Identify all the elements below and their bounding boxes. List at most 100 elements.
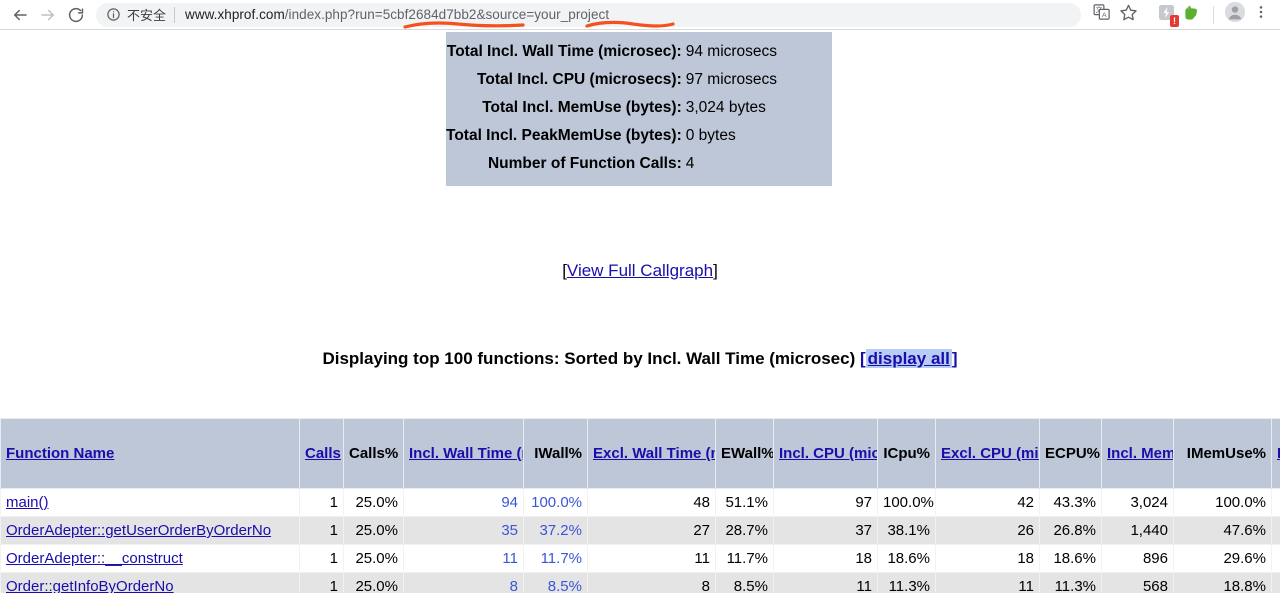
table-row[interactable]: Order::getInfoByOrderNo 1 25.0% 8 8.5% 8… [0, 572, 1280, 593]
cell-excl-cpu: 42 [935, 488, 1040, 517]
security-status-label: 不安全 [127, 8, 167, 23]
column-header-excl-cpu[interactable]: Excl. CPU (microsec) [935, 418, 1040, 489]
info-circle-icon[interactable] [106, 7, 121, 22]
summary-label: Total Incl. CPU (microsecs): [477, 71, 682, 88]
toolbar-divider [1213, 5, 1214, 24]
column-header-ewall-pct: EWall% [715, 418, 774, 489]
cell-calls-pct: 25.0% [343, 488, 404, 517]
cell-incl-cpu: 11 [773, 572, 878, 593]
cell-incl-cpu: 97 [773, 488, 878, 517]
column-header-iwall-pct: IWall% [523, 418, 588, 489]
cell-imemuse-pct: 100.0% [1173, 488, 1272, 517]
cell-calls-pct: 25.0% [343, 516, 404, 545]
cell-ecpu-pct: 11.3% [1039, 572, 1102, 593]
profile-summary-box: Total Incl. Wall Time (microsec): 94 mic… [446, 32, 832, 186]
table-header-row: Function Name Calls Calls% Incl. Wall Ti… [0, 418, 1280, 489]
cell-function-name[interactable]: main() [0, 488, 300, 517]
summary-row: Number of Function Calls: 4 [446, 150, 832, 178]
cell-function-name[interactable]: Order::getInfoByOrderNo [0, 572, 300, 593]
cell-ewall-pct: 8.5% [715, 572, 774, 593]
column-header-incl-memuse[interactable]: Incl. MemUse (bytes) [1101, 418, 1174, 489]
column-header-incl-wall[interactable]: Incl. Wall Time (microsec) [403, 418, 524, 489]
cell-ecpu-pct: 26.8% [1039, 516, 1102, 545]
browser-toolbar: 不安全 www.xhprof.com/index.php?run=5cbf268… [0, 0, 1280, 30]
cell-excl-memuse [1271, 572, 1280, 593]
cell-function-name[interactable]: OrderAdepter::getUserOrderByOrderNo [0, 516, 300, 545]
summary-label: Total Incl. MemUse (bytes): [482, 99, 682, 116]
callgraph-close-bracket: ] [713, 261, 718, 280]
callgraph-line: [View Full Callgraph] [0, 261, 1280, 281]
cell-incl-memuse: 568 [1101, 572, 1174, 593]
view-full-callgraph-link[interactable]: View Full Callgraph [567, 261, 713, 280]
cell-ecpu-pct: 43.3% [1039, 488, 1102, 517]
address-bar[interactable]: 不安全 www.xhprof.com/index.php?run=5cbf268… [96, 2, 1081, 27]
column-header-excl-wall[interactable]: Excl. Wall Time (microsec) [587, 418, 716, 489]
three-dot-menu-icon [1253, 4, 1269, 25]
cell-incl-memuse: 1,440 [1101, 516, 1174, 545]
cell-excl-memuse [1271, 516, 1280, 545]
functions-table-container: Function Name Calls Calls% Incl. Wall Ti… [0, 418, 1280, 593]
extension-alert-badge: ! [1170, 14, 1179, 27]
back-arrow-icon [11, 6, 29, 24]
bookmark-button[interactable] [1115, 2, 1141, 28]
cell-ecpu-pct: 18.6% [1039, 544, 1102, 573]
display-all-link[interactable]: display all [865, 349, 952, 368]
function-link[interactable]: Order::getInfoByOrderNo [6, 578, 174, 593]
cell-excl-wall: 8 [587, 572, 716, 593]
cell-function-name[interactable]: OrderAdepter::__construct [0, 544, 300, 573]
cell-excl-memuse [1271, 544, 1280, 573]
forward-button[interactable] [34, 1, 62, 29]
cell-excl-wall: 48 [587, 488, 716, 517]
cell-incl-wall: 8 [403, 572, 524, 593]
table-row[interactable]: main() 1 25.0% 94 100.0% 48 51.1% 97 100… [0, 488, 1280, 517]
column-header-function-name[interactable]: Function Name [0, 418, 300, 489]
displaying-line: Displaying top 100 functions: Sorted by … [0, 349, 1280, 369]
column-header-incl-cpu[interactable]: Incl. CPU (microsecs) [773, 418, 878, 489]
function-link[interactable]: OrderAdepter::getUserOrderByOrderNo [6, 522, 271, 539]
svg-text:A: A [1102, 12, 1107, 19]
column-header-calls[interactable]: Calls [299, 418, 344, 489]
evernote-button[interactable] [1179, 2, 1205, 28]
cell-calls: 1 [299, 516, 344, 545]
summary-value: 4 [685, 155, 695, 172]
sort-calls-link[interactable]: Calls [305, 445, 341, 462]
back-button[interactable] [6, 1, 34, 29]
summary-row: Total Incl. MemUse (bytes): 3,024 bytes [446, 94, 832, 122]
table-row[interactable]: OrderAdepter::__construct 1 25.0% 11 11.… [0, 544, 1280, 573]
cell-icpu-pct: 18.6% [877, 544, 936, 573]
sort-excl-cpu-link[interactable]: Excl. CPU (microsec) [941, 445, 1039, 462]
table-row[interactable]: OrderAdepter::getUserOrderByOrderNo 1 25… [0, 516, 1280, 545]
summary-value: 0 bytes [685, 127, 736, 144]
summary-value: 3,024 bytes [685, 99, 766, 116]
sort-incl-wall-link[interactable]: Incl. Wall Time (microsec) [409, 445, 523, 462]
browser-menu-button[interactable] [1248, 2, 1274, 28]
profile-button[interactable] [1222, 1, 1248, 28]
column-header-imemuse-pct: IMemUse% [1173, 418, 1272, 489]
url-host: www.xhprof.com [185, 7, 285, 22]
function-link[interactable]: main() [6, 494, 49, 511]
sort-excl-wall-link[interactable]: Excl. Wall Time (microsec) [593, 445, 715, 462]
functions-table: Function Name Calls Calls% Incl. Wall Ti… [0, 418, 1280, 593]
extension-button[interactable]: ! [1153, 2, 1179, 28]
column-header-excl-memuse[interactable]: Excl. MemUse (bytes) [1271, 418, 1280, 489]
cell-icpu-pct: 11.3% [877, 572, 936, 593]
cell-excl-cpu: 11 [935, 572, 1040, 593]
reload-button[interactable] [62, 1, 90, 29]
function-link[interactable]: OrderAdepter::__construct [6, 550, 183, 567]
cell-calls-pct: 25.0% [343, 572, 404, 593]
cell-incl-memuse: 896 [1101, 544, 1174, 573]
summary-row: Total Incl. CPU (microsecs): 97 microsec… [446, 66, 832, 94]
summary-value: 97 microsecs [685, 71, 778, 88]
sort-incl-memuse-link[interactable]: Incl. MemUse (bytes) [1107, 445, 1173, 462]
sort-incl-cpu-link[interactable]: Incl. CPU (microsecs) [779, 445, 877, 462]
cell-calls: 1 [299, 572, 344, 593]
summary-label: Total Incl. PeakMemUse (bytes): [446, 127, 682, 144]
cell-excl-wall: 27 [587, 516, 716, 545]
sort-function-name-link[interactable]: Function Name [6, 445, 114, 462]
cell-iwall-pct: 37.2% [523, 516, 588, 545]
translate-button[interactable]: 文 A [1089, 2, 1115, 28]
summary-label: Number of Function Calls: [487, 155, 682, 172]
cell-iwall-pct: 8.5% [523, 572, 588, 593]
cell-excl-cpu: 26 [935, 516, 1040, 545]
cell-icpu-pct: 38.1% [877, 516, 936, 545]
